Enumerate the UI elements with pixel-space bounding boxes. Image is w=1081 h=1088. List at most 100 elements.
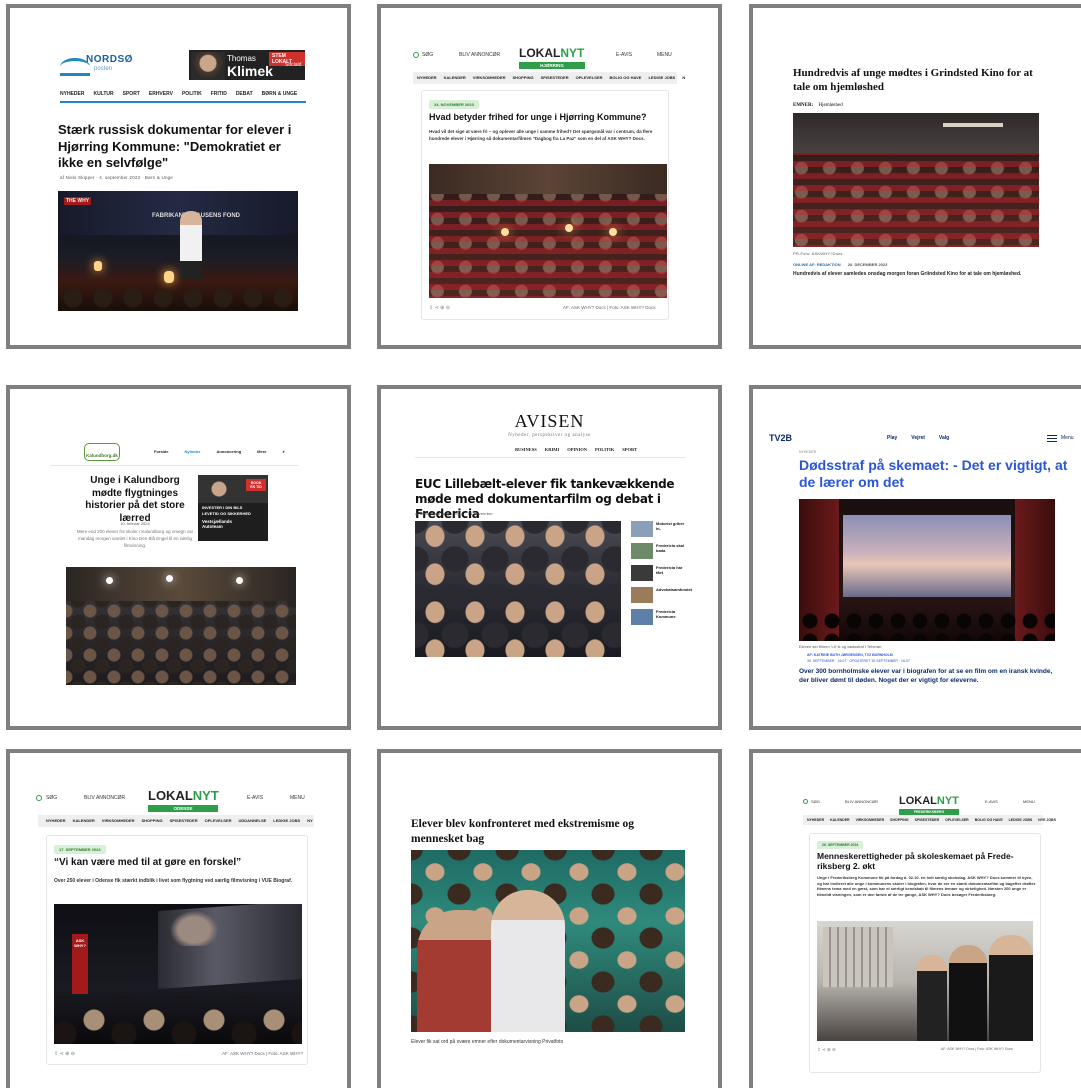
nav-item-vejret[interactable]: Vejret	[911, 435, 925, 441]
eavis-link[interactable]: E-AVIS	[616, 52, 632, 58]
nav-item[interactable]: KALENDER	[830, 818, 849, 822]
lokalnyt-logo[interactable]: LOKALNYT HJØRRING	[519, 44, 585, 69]
nav-item[interactable]: SPISESTEDER	[915, 818, 940, 822]
article-tile-grindsted[interactable]: Hundredvis af unge mødtes i Grindsted Ki…	[749, 4, 1081, 349]
nav-item-debat[interactable]: DEBAT	[236, 91, 253, 97]
lokalnyt-logo[interactable]: LOKALNYT FREDERIKSBERG	[899, 791, 959, 815]
nav-item-valg[interactable]: Valg	[939, 435, 949, 441]
masthead[interactable]: AVISEN	[381, 411, 718, 432]
nav-item[interactable]: SPISESTEDER	[541, 75, 569, 80]
kalundborg-logo[interactable]: Kalundborg.dk	[84, 443, 120, 461]
article-tile-kalundborg[interactable]: Kalundborg.dk Forside Nyheder Annoncerin…	[6, 385, 351, 730]
nav-item[interactable]: VIRKSOMHEDER	[102, 818, 135, 823]
nav-item[interactable]: VIRKSOMHEDER	[856, 818, 885, 822]
search-label[interactable]: SØG	[46, 795, 57, 801]
article-headline[interactable]: Dødsstraf på skemaet: - Det er vigtigt, …	[799, 457, 1069, 491]
nav-item-kultur[interactable]: KULTUR	[93, 91, 113, 97]
search-icon[interactable]: ⌕	[282, 449, 284, 454]
nav-item-play[interactable]: Play	[887, 435, 897, 441]
nav-item-sport[interactable]: SPORT	[622, 447, 637, 452]
nav-item[interactable]: NYHEDER	[807, 818, 824, 822]
nav-item[interactable]: OPLEVELSER	[205, 818, 232, 823]
tv2-logo[interactable]: TV2B	[769, 433, 792, 443]
eavis-link[interactable]: E-AVIS	[985, 799, 998, 804]
nav-item[interactable]: OPLEVELSER	[576, 75, 603, 80]
nav-item[interactable]: NYHEDER	[46, 818, 66, 823]
search-label[interactable]: SØG	[422, 52, 433, 58]
menu-button[interactable]: MENU	[657, 52, 672, 58]
become-advertiser-link[interactable]: BLIV ANNONCØR	[84, 795, 125, 801]
ad-box[interactable]: INVESTER I DIN BILS LEVETID OG SIKKERHED…	[198, 475, 268, 541]
nav-item[interactable]: KALENDER	[73, 818, 95, 823]
nav-item[interactable]: NYHEDER	[417, 75, 437, 80]
become-advertiser-link[interactable]: BLIV ANNONCØR	[459, 52, 500, 58]
nav-item-sport[interactable]: SPORT	[123, 91, 140, 97]
nordsoposten-logo[interactable]: NORDSØ posten	[60, 50, 132, 78]
nav-item-annoncering[interactable]: Annoncering	[216, 449, 241, 454]
nav-item-politik[interactable]: POLITIK	[182, 91, 202, 97]
nav-item[interactable]: LEDIGE JOBS	[1009, 818, 1033, 822]
nav-item-fritid[interactable]: FRITID	[211, 91, 227, 97]
nav-item-nyheder[interactable]: NYHEDER	[60, 91, 84, 97]
nav-item[interactable]: BOLIG OG HAVE	[975, 818, 1003, 822]
ad-banner[interactable]: Thomas Klimek STEM LOKALT Sociald	[189, 50, 305, 80]
article-tile-nordsoposten[interactable]: NORDSØ posten Thomas Klimek STEM LOKALT …	[6, 4, 351, 349]
nav-item-krimi[interactable]: KRIMI	[545, 447, 560, 452]
related-item[interactable]: Fredericia skal bada	[631, 543, 691, 559]
nav-item[interactable]: SHOPPING	[141, 818, 162, 823]
menu-button[interactable]: MENU	[1023, 799, 1035, 804]
nav-item[interactable]: SHOPPING	[512, 75, 533, 80]
nav-item-mere[interactable]: Mere	[257, 449, 266, 454]
lokalnyt-logo[interactable]: LOKALNYT ODENSE	[148, 787, 219, 812]
topics-tag[interactable]: Hjemløshed	[819, 103, 843, 108]
nav-item[interactable]: LEDIGE JOBS	[273, 818, 300, 823]
article-headline[interactable]: Hundredvis af unge mødtes i Grindsted Ki…	[793, 66, 1033, 95]
related-item[interactable]: Advokatsamfundet	[631, 587, 692, 603]
nav-item[interactable]: OPLEVELSER	[945, 818, 969, 822]
related-item[interactable]: Motorist griber in-	[631, 521, 691, 537]
share-icons[interactable]: ⇪ ⋖ ⊕ ⊖	[817, 1047, 836, 1053]
nav-item[interactable]: LEDIGE JOBS	[648, 75, 675, 80]
menu-label[interactable]: Menu	[1061, 435, 1074, 441]
eavis-link[interactable]: E-AVIS	[247, 795, 263, 801]
nav-item-politik[interactable]: POLITIK	[595, 447, 614, 452]
nav-item-forside[interactable]: Forside	[154, 449, 168, 454]
nav-item-opinion[interactable]: OPINION	[567, 447, 587, 452]
article-headline[interactable]: Hvad betyder frihed for unge i Hjørring …	[429, 112, 665, 123]
hamburger-icon[interactable]	[1047, 435, 1057, 442]
article-headline[interactable]: “Vi kan være med til at gøre en forskel”	[54, 857, 304, 868]
article-headline[interactable]: Unge i Kalundborg mødte flygtninges hist…	[74, 475, 196, 525]
article-tile-ekstremisme[interactable]: Elever blev konfronteret med ekstremisme…	[377, 749, 722, 1088]
related-item[interactable]: Fredericia har fået	[631, 565, 691, 581]
ad-cta-badge[interactable]: BOOK EN TID	[246, 479, 266, 491]
share-icons[interactable]: ⇪ ⋖ ⊕ ⊖	[429, 305, 450, 311]
article-tile-tv2-bornholm[interactable]: TV2B Play Vejret Valg Menu NYHEDER Dødss…	[749, 385, 1081, 730]
share-icons[interactable]: ⇪ ⋖ ⊕ ⊖	[54, 1051, 75, 1057]
nav-item-erhverv[interactable]: ERHVERV	[149, 91, 173, 97]
nav-item-nyheder[interactable]: Nyheder	[184, 449, 200, 454]
related-item[interactable]: Fredericia Kommune	[631, 609, 691, 625]
nav-item[interactable]: N	[682, 75, 685, 80]
nav-item-business[interactable]: BUSINESS	[515, 447, 537, 452]
nav-item[interactable]: NYE JOBS	[1038, 818, 1056, 822]
nav-item[interactable]: KALENDER	[444, 75, 466, 80]
article-tile-lokalnyt-hjorring[interactable]: SØG BLIV ANNONCØR LOKALNYT HJØRRING E-AV…	[377, 4, 722, 349]
article-headline[interactable]: Stærk russisk dokumentar for elever i Hj…	[58, 122, 308, 172]
article-tile-lokalnyt-frederiksberg[interactable]: SØG BLIV ANNONCØR LOKALNYT FREDERIKSBERG…	[749, 749, 1081, 1088]
nav-item[interactable]: SPISESTEDER	[170, 818, 198, 823]
search-icon[interactable]	[803, 799, 808, 804]
search-icon[interactable]	[413, 52, 419, 58]
nav-item[interactable]: NY	[307, 818, 313, 823]
menu-button[interactable]: MENU	[290, 795, 305, 801]
article-tile-lokalnyt-odense[interactable]: SØG BLIV ANNONCØR LOKALNYT ODENSE E-AVIS…	[6, 749, 351, 1088]
nav-item-born-unge[interactable]: BØRN & UNGE	[262, 91, 298, 97]
search-label[interactable]: SØG	[811, 799, 820, 804]
search-icon[interactable]	[36, 795, 42, 801]
article-headline[interactable]: Menneskerettigheder på skoleskemaet på F…	[817, 851, 1037, 871]
become-advertiser-link[interactable]: BLIV ANNONCØR	[845, 799, 878, 804]
article-headline[interactable]: Elever blev konfronteret med ekstremisme…	[411, 817, 671, 846]
article-tile-avisen[interactable]: AVISEN Nyheder, perspektiver og analyse …	[377, 385, 722, 730]
nav-item[interactable]: SHOPPING	[890, 818, 908, 822]
nav-item[interactable]: UDDANNELSE	[239, 818, 267, 823]
nav-item[interactable]: VIRKSOMHEDER	[473, 75, 506, 80]
